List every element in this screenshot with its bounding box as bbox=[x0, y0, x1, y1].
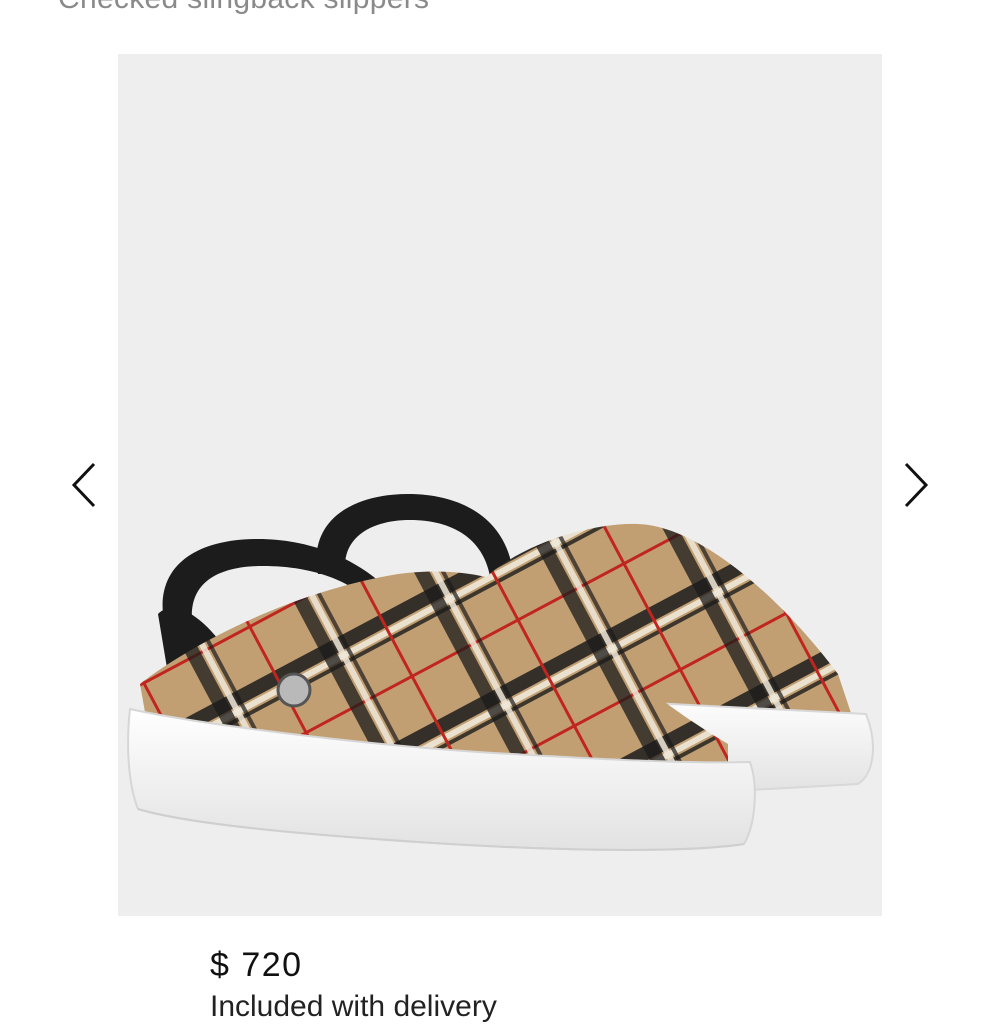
product-image-area[interactable] bbox=[118, 54, 882, 916]
chevron-left-icon bbox=[71, 462, 96, 508]
shoe-image bbox=[127, 494, 874, 851]
product-price: $ 720 bbox=[210, 946, 303, 984]
product-title: Checked slingback slippers bbox=[58, 0, 429, 16]
next-image-button[interactable] bbox=[900, 460, 930, 510]
chevron-right-icon bbox=[904, 462, 929, 508]
previous-image-button[interactable] bbox=[70, 460, 100, 510]
product-description: Included with delivery bbox=[210, 990, 497, 1023]
